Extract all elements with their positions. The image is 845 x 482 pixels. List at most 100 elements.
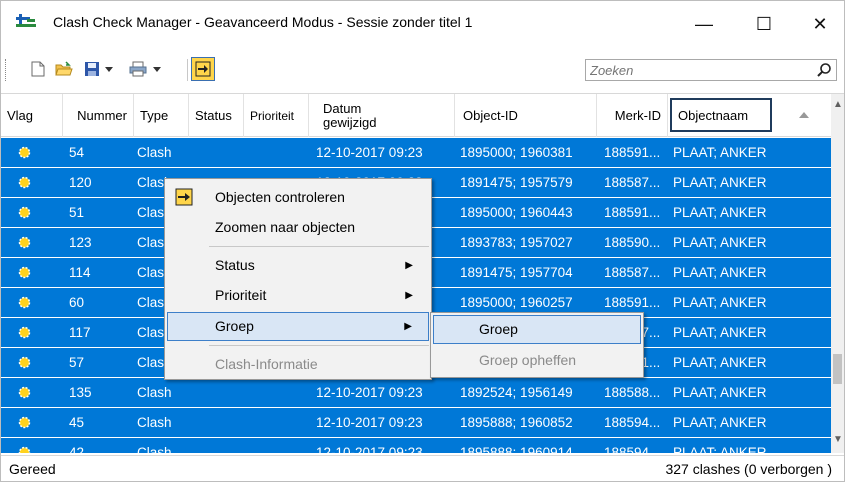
cell-object-id: 1893783; 1957027 — [460, 235, 573, 250]
cell-object-id: 1892524; 1956149 — [460, 385, 573, 400]
cell-objectnaam: PLAAT; ANKER — [673, 145, 767, 160]
table-row[interactable]: 54 Clash 12-10-2017 09:23 1895000; 1960381 1… — [1, 138, 831, 167]
menu-item-clash-informatie[interactable]: Clash-Informatie — [167, 350, 429, 379]
table-row[interactable]: 45 Clash 12-10-2017 09:23 1895888; 1960852 1… — [1, 408, 831, 437]
close-button[interactable]: ✕ — [797, 1, 843, 47]
open-folder-icon — [55, 61, 73, 76]
submenu-item-groep[interactable]: Groep — [433, 315, 641, 344]
cell-object-id: 1895000; 1960443 — [460, 205, 573, 220]
cell-nummer: 54 — [69, 145, 85, 160]
submenu-item-label: Groep — [479, 321, 518, 337]
cell-object-id: 1891475; 1957579 — [460, 175, 573, 190]
cell-datum: 12-10-2017 09:23 — [316, 415, 423, 430]
cell-merk-id: 188594... — [604, 445, 661, 453]
column-header-object-id[interactable]: Object-ID — [455, 94, 597, 137]
menu-item-label: Prioriteit — [215, 287, 267, 303]
cell-merk-id: 188594... — [604, 415, 661, 430]
column-header-merk-id[interactable]: Merk-ID — [597, 94, 668, 137]
column-header-label: Merk-ID — [614, 108, 661, 123]
cell-datum: 12-10-2017 09:23 — [316, 385, 423, 400]
search-input[interactable] — [590, 62, 810, 78]
groep-submenu: Groep Groep opheffen — [430, 312, 644, 378]
menu-item-groep[interactable]: Groep ▶ — [167, 312, 429, 341]
minimize-button[interactable]: — — [681, 1, 727, 47]
cell-nummer: 57 — [69, 355, 85, 370]
maximize-button[interactable]: ☐ — [741, 1, 787, 47]
vertical-scrollbar[interactable]: ▲ ▼ — [831, 94, 844, 453]
cell-object-id: 1891475; 1957704 — [460, 265, 573, 280]
submenu-arrow-icon: ▶ — [404, 321, 412, 332]
table-row[interactable]: 135 Clash 12-10-2017 09:23 1892524; 1956149… — [1, 378, 831, 407]
menu-item-status[interactable]: Status ▶ — [167, 251, 429, 280]
cell-objectnaam: PLAAT; ANKER — [673, 355, 767, 370]
goto-object-button[interactable] — [191, 57, 215, 81]
column-header-label: Status — [195, 108, 232, 123]
menu-separator — [209, 246, 429, 247]
column-header-objectnaam[interactable]: Objectnaam — [670, 98, 772, 132]
column-header-prioriteit[interactable]: Prioriteit — [244, 94, 309, 137]
menu-item-label: Status — [215, 257, 255, 273]
arrow-right-icon — [175, 188, 193, 206]
cell-nummer: 51 — [69, 205, 85, 220]
table-row[interactable]: 42 Clash 12-10-2017 09:23 1895888; 1960914 1… — [1, 438, 831, 453]
clash-flag-icon — [18, 206, 31, 219]
cell-type: Clash — [137, 385, 172, 400]
clash-flag-icon — [18, 416, 31, 429]
column-header-label: Object-ID — [463, 108, 518, 123]
print-icon — [129, 61, 147, 77]
menu-item-label: Zoomen naar objecten — [215, 219, 356, 235]
cell-objectnaam: PLAAT; ANKER — [673, 415, 767, 430]
column-header-label: Vlag — [7, 108, 34, 123]
menu-item-zoomen-naar-objecten[interactable]: Zoomen naar objecten — [167, 213, 429, 242]
save-dropdown-icon[interactable] — [105, 67, 113, 73]
clash-count: 327 clashes (0 verborgen ) — [665, 461, 832, 477]
search-box[interactable] — [585, 59, 837, 81]
title-bar: Clash Check Manager - Geavanceerd Modus … — [1, 1, 844, 47]
menu-item-label: Clash-Informatie — [215, 356, 318, 372]
clash-flag-icon — [18, 236, 31, 249]
submenu-arrow-icon: ▶ — [405, 290, 413, 301]
clash-flag-icon — [18, 386, 31, 399]
cell-type: Clash — [137, 145, 172, 160]
column-header-datum[interactable]: Datum gewijzigd — [309, 94, 455, 137]
cell-objectnaam: PLAAT; ANKER — [673, 385, 767, 400]
cell-object-id: 1895888; 1960852 — [460, 415, 573, 430]
save-button[interactable] — [81, 58, 103, 80]
open-folder-button[interactable] — [53, 58, 75, 80]
column-header-status[interactable]: Status — [189, 94, 244, 137]
cell-merk-id: 188587... — [604, 175, 661, 190]
new-file-button[interactable] — [27, 58, 49, 80]
cell-merk-id: 188590... — [604, 235, 661, 250]
cell-objectnaam: PLAAT; ANKER — [673, 175, 767, 190]
column-header-vlag[interactable]: Vlag — [1, 94, 63, 137]
print-button[interactable] — [127, 58, 149, 80]
clash-flag-icon — [18, 326, 31, 339]
cell-type: Clash — [137, 445, 172, 453]
search-icon[interactable] — [816, 62, 832, 78]
cell-nummer: 114 — [69, 265, 91, 280]
scroll-up-icon[interactable]: ▲ — [833, 99, 843, 110]
clash-flag-icon — [18, 446, 31, 453]
sort-ascending-icon[interactable] — [799, 112, 809, 118]
clash-flag-icon — [18, 266, 31, 279]
print-dropdown-icon[interactable] — [153, 67, 161, 73]
cell-nummer: 60 — [69, 295, 85, 310]
column-header-nummer[interactable]: Nummer — [63, 94, 134, 137]
column-header-label: Prioriteit — [250, 108, 295, 123]
toolbar-grip[interactable] — [5, 59, 8, 81]
app-icon — [16, 14, 36, 27]
menu-item-objecten-controleren[interactable]: Objecten controleren — [167, 183, 429, 212]
clash-flag-icon — [18, 176, 31, 189]
cell-object-id: 1895888; 1960914 — [460, 445, 573, 453]
scroll-down-icon[interactable]: ▼ — [833, 434, 843, 445]
column-header-label: Datum gewijzigd — [323, 101, 376, 130]
scroll-thumb[interactable] — [833, 354, 842, 384]
menu-item-prioriteit[interactable]: Prioriteit ▶ — [167, 281, 429, 310]
cell-objectnaam: PLAAT; ANKER — [673, 205, 767, 220]
cell-objectnaam: PLAAT; ANKER — [673, 295, 767, 310]
column-header-type[interactable]: Type — [134, 94, 189, 137]
submenu-item-groep-opheffen[interactable]: Groep opheffen — [433, 346, 641, 375]
cell-merk-id: 188588... — [604, 385, 661, 400]
cell-nummer: 117 — [69, 325, 91, 340]
cell-nummer: 135 — [69, 385, 92, 400]
